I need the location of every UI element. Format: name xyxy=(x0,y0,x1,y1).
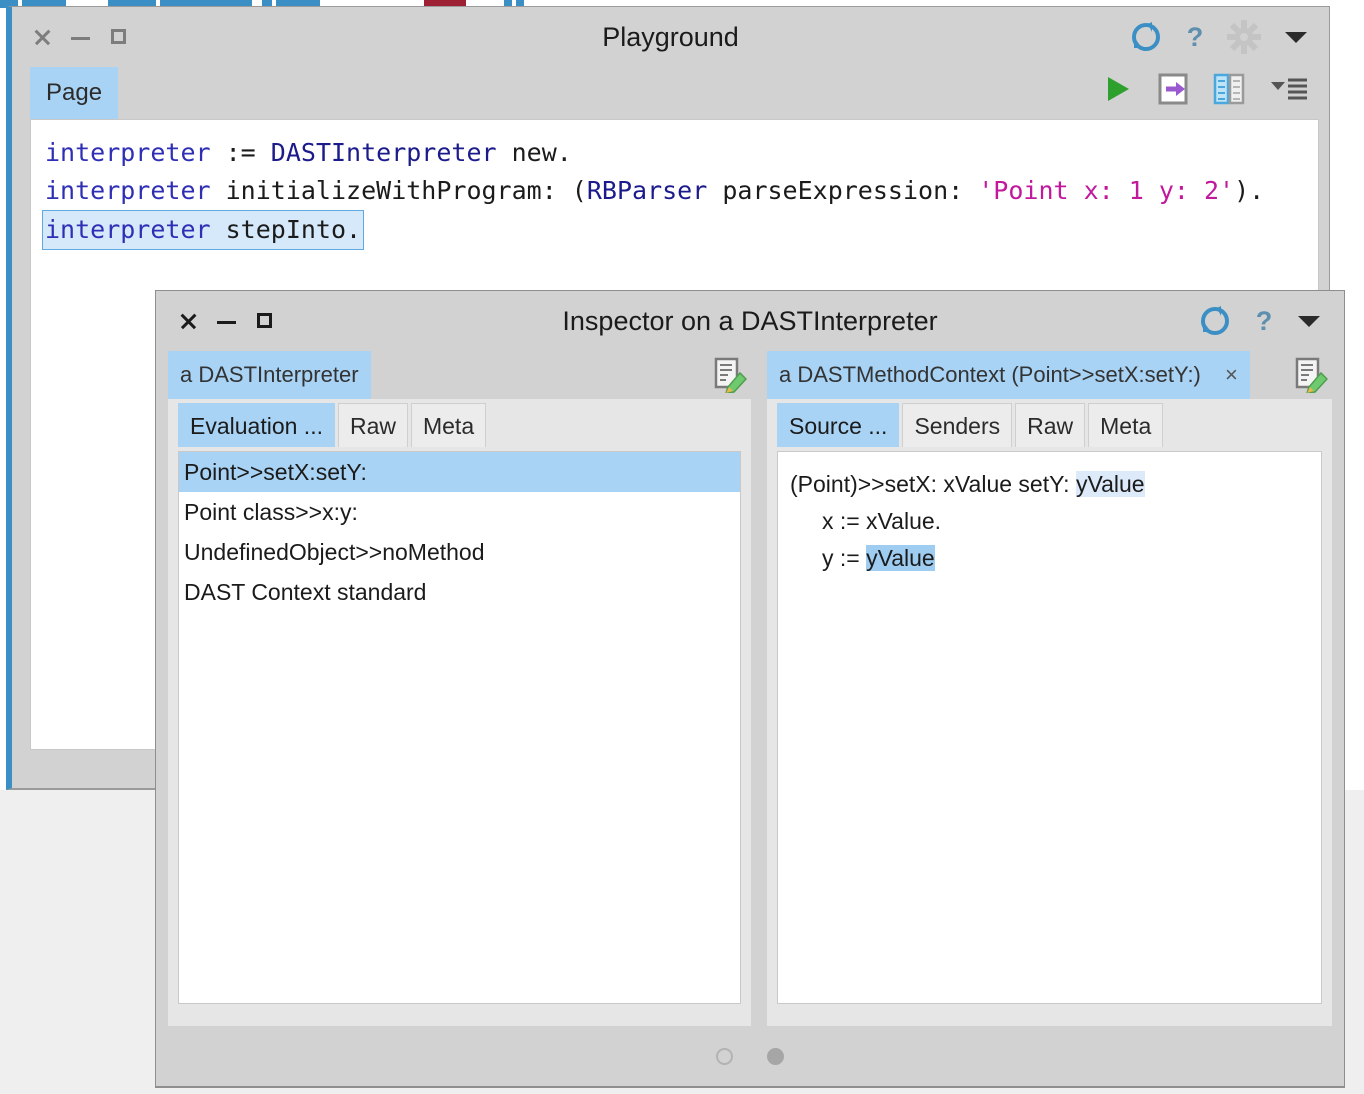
playground-titlebar: Playground ? xyxy=(12,7,1329,67)
inspector-title: Inspector on a DASTInterpreter xyxy=(562,306,938,336)
code-token-op: := xyxy=(210,138,271,167)
list-item[interactable]: UndefinedObject>>noMethod xyxy=(179,532,740,572)
tab-meta[interactable]: Meta xyxy=(1088,403,1164,447)
svg-text:?: ? xyxy=(1256,306,1273,336)
source-code-view[interactable]: (Point)>>setX: xValue setY: yValue x := … xyxy=(777,451,1322,1004)
code-token-msg: new. xyxy=(496,138,572,167)
right-pane-subtabs: Source ... Senders Raw Meta xyxy=(767,399,1332,451)
pane-indicator-hollow-icon[interactable] xyxy=(716,1047,733,1065)
options-menu-icon[interactable] xyxy=(1269,76,1309,102)
code-token-var: interpreter xyxy=(45,176,211,205)
source-line-2-text: x := xValue. xyxy=(790,508,942,534)
inspector-right-pane: a DASTMethodContext (Point>>setX:setY:) … xyxy=(767,351,1332,1026)
source-code-text: (Point)>>setX: xValue setY: yValue x := … xyxy=(778,452,1321,591)
screen: Playground ? Page interpreter:= DASTInt… xyxy=(0,0,1364,1094)
playground-titlebar-icons: ? xyxy=(1129,7,1309,67)
document-edit-icon[interactable] xyxy=(713,357,748,398)
tab-raw[interactable]: Raw xyxy=(337,403,408,447)
left-pane-tabbar: a DASTInterpreter xyxy=(168,351,751,399)
source-line-1-text: (Point)>>setX: xValue setY: xyxy=(790,471,1076,497)
publish-icon[interactable] xyxy=(1157,73,1189,105)
code-token-msg: stepInto. xyxy=(210,215,362,244)
code-line-3: interpreter stepInto. xyxy=(42,210,1318,250)
code-token-var: interpreter xyxy=(45,215,211,244)
tab-meta[interactable]: Meta xyxy=(410,403,487,447)
playground-toolbar xyxy=(1103,63,1309,115)
code-token-punct: ). xyxy=(1234,176,1265,205)
object-tab-label: a DASTMethodContext (Point>>setX:setY:) xyxy=(779,362,1201,387)
help-icon[interactable]: ? xyxy=(1254,305,1274,337)
code-token-var: interpreter xyxy=(45,138,211,167)
tab-source[interactable]: Source ... xyxy=(777,403,900,447)
gear-icon[interactable] xyxy=(1227,20,1261,54)
tab-page[interactable]: Page xyxy=(30,67,119,119)
inspector-titlebar-icons: ? xyxy=(1198,291,1322,351)
document-edit-icon[interactable] xyxy=(1294,357,1329,398)
close-icon[interactable]: × xyxy=(1225,362,1238,387)
tab-evaluation[interactable]: Evaluation ... xyxy=(178,403,335,447)
code-line-1: interpreter := DASTInterpreter new. xyxy=(45,134,1318,172)
source-line-3-text: y := xyxy=(790,545,867,571)
window-menu-chevron-icon[interactable] xyxy=(1283,28,1309,46)
object-tab-dastmethodcontext[interactable]: a DASTMethodContext (Point>>setX:setY:) … xyxy=(767,351,1250,399)
playground-tabstrip: Page xyxy=(12,67,1329,119)
left-pane-subtabs: Evaluation ... Raw Meta xyxy=(168,399,751,451)
object-tab-label: a DASTInterpreter xyxy=(180,362,359,387)
window-menu-chevron-icon[interactable] xyxy=(1296,312,1322,330)
list-item[interactable]: Point>>setX:setY: xyxy=(179,452,740,492)
svg-text:?: ? xyxy=(1187,22,1204,52)
run-icon[interactable] xyxy=(1103,74,1133,104)
code-line-2: interpreter initializeWithProgram: (RBPa… xyxy=(45,172,1318,210)
tab-senders[interactable]: Senders xyxy=(902,403,1013,447)
object-tab-dastinterpreter[interactable]: a DASTInterpreter xyxy=(168,351,371,399)
list-item[interactable]: DAST Context standard xyxy=(179,572,740,612)
table-icon[interactable] xyxy=(1213,73,1245,105)
inspector-footer xyxy=(168,1026,1332,1086)
code-token-msg: initializeWithProgram: ( xyxy=(210,176,587,205)
inspector-window: Inspector on a DASTInterpreter ? a DASTI… xyxy=(155,290,1345,1088)
code-token-class: RBParser xyxy=(586,176,708,205)
help-icon[interactable]: ? xyxy=(1185,21,1205,53)
inspector-body: a DASTInterpreter Evaluation ... Raw Met… xyxy=(168,351,1332,1026)
code-token-class: DASTInterpreter xyxy=(270,138,497,167)
right-pane-tabbar: a DASTMethodContext (Point>>setX:setY:) … xyxy=(767,351,1332,399)
sync-icon[interactable] xyxy=(1129,21,1163,53)
evaluation-context-list[interactable]: Point>>setX:setY: Point class>>x:y: Unde… xyxy=(178,451,741,1004)
inspector-left-pane: a DASTInterpreter Evaluation ... Raw Met… xyxy=(168,351,751,1026)
source-line-1-highlight: yValue xyxy=(1075,471,1145,497)
inspector-titlebar: Inspector on a DASTInterpreter ? xyxy=(156,291,1344,351)
code-selected-statement[interactable]: interpreter stepInto. xyxy=(42,210,365,250)
sync-icon[interactable] xyxy=(1198,305,1232,337)
code-token-msg: parseExpression: xyxy=(707,176,979,205)
pane-indicator-filled-icon[interactable] xyxy=(767,1047,784,1065)
source-line-3-highlight: yValue xyxy=(866,545,935,571)
code-token-string: 'Point x: 1 y: 2' xyxy=(978,176,1235,205)
tab-raw[interactable]: Raw xyxy=(1015,403,1086,447)
list-item[interactable]: Point class>>x:y: xyxy=(179,492,740,532)
